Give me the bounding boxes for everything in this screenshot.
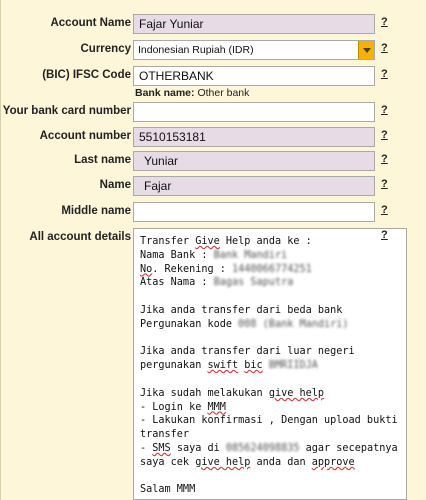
help-link[interactable]: ?	[381, 129, 388, 141]
bank-name-value: Other bank	[197, 87, 250, 99]
name-field[interactable]: Fajar	[133, 176, 375, 196]
account-number-row: Account number 5510153181 ?	[1, 127, 426, 149]
account-number-field[interactable]: 5510153181	[133, 127, 375, 147]
bank-details-form: Account Name Fajar Yuniar ? Currency Ind…	[0, 0, 426, 500]
currency-row: Currency Indonesian Rupiah (IDR) ?	[1, 40, 426, 62]
middle-name-field[interactable]	[133, 202, 375, 222]
card-number-row: Your bank card number ?	[1, 102, 426, 124]
ifsc-label: (BIC) IFSC Code	[42, 69, 131, 81]
help-link[interactable]: ?	[381, 42, 388, 54]
bank-name-label: Bank name:	[135, 87, 195, 99]
last-name-label: Last name	[74, 154, 131, 166]
middle-name-label: Middle name	[61, 205, 131, 217]
name-label: Name	[99, 179, 131, 191]
help-link[interactable]: ?	[381, 153, 388, 165]
currency-label: Currency	[80, 43, 132, 55]
currency-selected-value: Indonesian Rupiah (IDR)	[138, 44, 254, 56]
bank-name-info: Bank name: Other bank	[135, 87, 249, 99]
card-number-field[interactable]	[133, 102, 375, 122]
card-number-label: Your bank card number	[2, 105, 131, 117]
account-details-textarea[interactable]: Transfer Give Help anda ke : Nama Bank :…	[133, 228, 407, 500]
help-link[interactable]: ?	[381, 68, 388, 80]
help-link[interactable]: ?	[381, 204, 388, 216]
currency-select[interactable]: Indonesian Rupiah (IDR)	[133, 40, 375, 60]
help-link[interactable]: ?	[381, 178, 388, 190]
name-row: Name Fajar ?	[1, 176, 426, 198]
account-name-label: Account Name	[50, 17, 131, 29]
chevron-down-icon[interactable]	[358, 41, 374, 59]
help-link[interactable]: ?	[381, 229, 388, 241]
account-name-row: Account Name Fajar Yuniar ?	[1, 14, 426, 36]
account-number-label: Account number	[39, 130, 131, 142]
details-label: All account details	[29, 231, 131, 243]
last-name-field[interactable]: Yuniar	[133, 151, 375, 171]
ifsc-field[interactable]: OTHERBANK	[133, 66, 375, 86]
middle-name-row: Middle name ?	[1, 202, 426, 224]
last-name-row: Last name Yuniar ?	[1, 151, 426, 173]
help-link[interactable]: ?	[381, 104, 388, 116]
help-link[interactable]: ?	[381, 16, 388, 28]
account-name-field[interactable]: Fajar Yuniar	[133, 14, 375, 34]
ifsc-row: (BIC) IFSC Code OTHERBANK ? Bank name: O…	[1, 66, 426, 100]
